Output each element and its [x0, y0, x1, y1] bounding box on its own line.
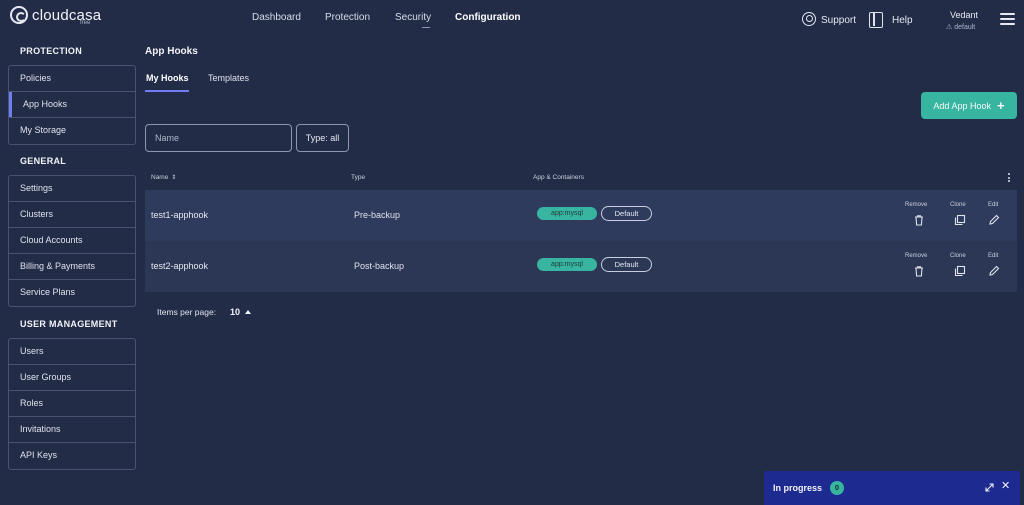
help-book-icon[interactable]	[869, 12, 883, 28]
remove-label: Remove	[905, 253, 928, 259]
support-icon[interactable]	[802, 12, 816, 26]
app-selector-chip: app:mysql	[537, 207, 597, 220]
pencil-icon[interactable]	[988, 265, 1000, 277]
edit-label: Edit	[988, 202, 999, 208]
tab-my-hooks[interactable]: My Hooks	[146, 73, 189, 83]
column-header-type: Type	[351, 174, 366, 181]
pencil-icon[interactable]	[988, 214, 1000, 226]
type-filter[interactable]: Type: all	[296, 124, 349, 152]
default-container-button[interactable]: Default	[601, 257, 652, 272]
clone-label: Clone	[950, 253, 966, 259]
trash-icon[interactable]	[913, 214, 925, 226]
sidebar-group-user-management: Users User Groups Roles Invitations API …	[8, 338, 136, 470]
hook-type: Pre-backup	[354, 210, 401, 220]
items-per-page-label: Items per page:	[157, 307, 217, 317]
sidebar-item-user-groups[interactable]: User Groups	[9, 365, 135, 391]
close-icon[interactable]: ✕	[1001, 481, 1010, 492]
sidebar-item-api-keys[interactable]: API Keys	[9, 443, 135, 469]
brand-name: cloudcasa	[32, 6, 102, 24]
active-tab-indicator	[145, 90, 189, 92]
user-org[interactable]: ⚠ default	[946, 23, 975, 31]
name-filter-input[interactable]	[145, 124, 292, 152]
clone-label: Clone	[950, 202, 966, 208]
hook-name[interactable]: test1-apphook	[151, 210, 208, 220]
user-org-label: default	[954, 24, 976, 31]
hook-name[interactable]: test2-apphook	[151, 261, 208, 271]
nav-dashboard[interactable]: Dashboard	[252, 12, 301, 23]
nav-security[interactable]: Security	[395, 12, 431, 23]
tab-templates[interactable]: Templates	[208, 73, 249, 83]
sidebar-item-users[interactable]: Users	[9, 339, 135, 365]
sidebar-section-user-management: USER MANAGEMENT	[20, 319, 118, 329]
edit-label: Edit	[988, 253, 999, 259]
in-progress-label: In progress	[773, 483, 823, 493]
nav-security-indicator	[422, 27, 430, 28]
top-bar: cloudcasa free Dashboard Protection Secu…	[0, 0, 1024, 38]
support-link[interactable]: Support	[821, 15, 856, 26]
sidebar-item-settings[interactable]: Settings	[9, 176, 135, 202]
user-name[interactable]: Vedant	[950, 10, 978, 20]
brand-tier: free	[80, 20, 91, 26]
add-app-hook-label: Add App Hook	[933, 100, 991, 111]
sidebar-item-clusters[interactable]: Clusters	[9, 202, 135, 228]
sort-icon[interactable]: ⇕	[171, 175, 176, 181]
sidebar-item-billing[interactable]: Billing & Payments	[9, 254, 135, 280]
nav-configuration[interactable]: Configuration	[455, 12, 521, 23]
sidebar-section-protection: PROTECTION	[20, 46, 83, 56]
trash-icon[interactable]	[913, 265, 925, 277]
sidebar-group-protection: Policies App Hooks My Storage	[8, 65, 136, 145]
sidebar-item-invitations[interactable]: Invitations	[9, 417, 135, 443]
table-row: test2-apphook Post-backup app:mysql Defa…	[145, 241, 1017, 292]
sidebar-item-cloud-accounts[interactable]: Cloud Accounts	[9, 228, 135, 254]
column-header-name[interactable]: Name ⇕	[151, 174, 176, 181]
hooks-table: test1-apphook Pre-backup app:mysql Defau…	[145, 190, 1017, 292]
more-options-icon[interactable]	[1008, 173, 1011, 183]
sidebar-item-my-storage[interactable]: My Storage	[9, 118, 135, 144]
add-app-hook-button[interactable]: Add App Hook +	[921, 92, 1017, 119]
sidebar-group-general: Settings Clusters Cloud Accounts Billing…	[8, 175, 136, 307]
sidebar-item-policies[interactable]: Policies	[9, 66, 135, 92]
sidebar-section-general: GENERAL	[20, 156, 67, 166]
help-link[interactable]: Help	[892, 15, 913, 26]
sidebar-item-app-hooks[interactable]: App Hooks	[9, 92, 135, 118]
cloudcasa-logo-icon	[10, 6, 28, 24]
page-title: App Hooks	[145, 46, 198, 57]
hook-type: Post-backup	[354, 261, 405, 271]
clone-icon[interactable]	[954, 214, 966, 226]
sidebar-item-service-plans[interactable]: Service Plans	[9, 280, 135, 306]
app-selector-chip: app:mysql	[537, 258, 597, 271]
expand-icon[interactable]	[985, 483, 994, 492]
table-row: test1-apphook Pre-backup app:mysql Defau…	[145, 190, 1017, 241]
column-header-name-label: Name	[151, 174, 169, 181]
menu-icon[interactable]	[1000, 13, 1015, 25]
sidebar-item-roles[interactable]: Roles	[9, 391, 135, 417]
in-progress-panel[interactable]: In progress 0 ✕	[764, 471, 1020, 505]
default-container-button[interactable]: Default	[601, 206, 652, 221]
clone-icon[interactable]	[954, 265, 966, 277]
column-header-app-containers: App & Containers	[533, 174, 584, 181]
plus-icon: +	[996, 98, 1005, 113]
caret-up-icon[interactable]	[245, 310, 251, 314]
nav-protection[interactable]: Protection	[325, 12, 370, 23]
remove-label: Remove	[905, 202, 928, 208]
items-per-page-select[interactable]: 10	[230, 307, 240, 317]
in-progress-count-badge: 0	[830, 481, 844, 495]
